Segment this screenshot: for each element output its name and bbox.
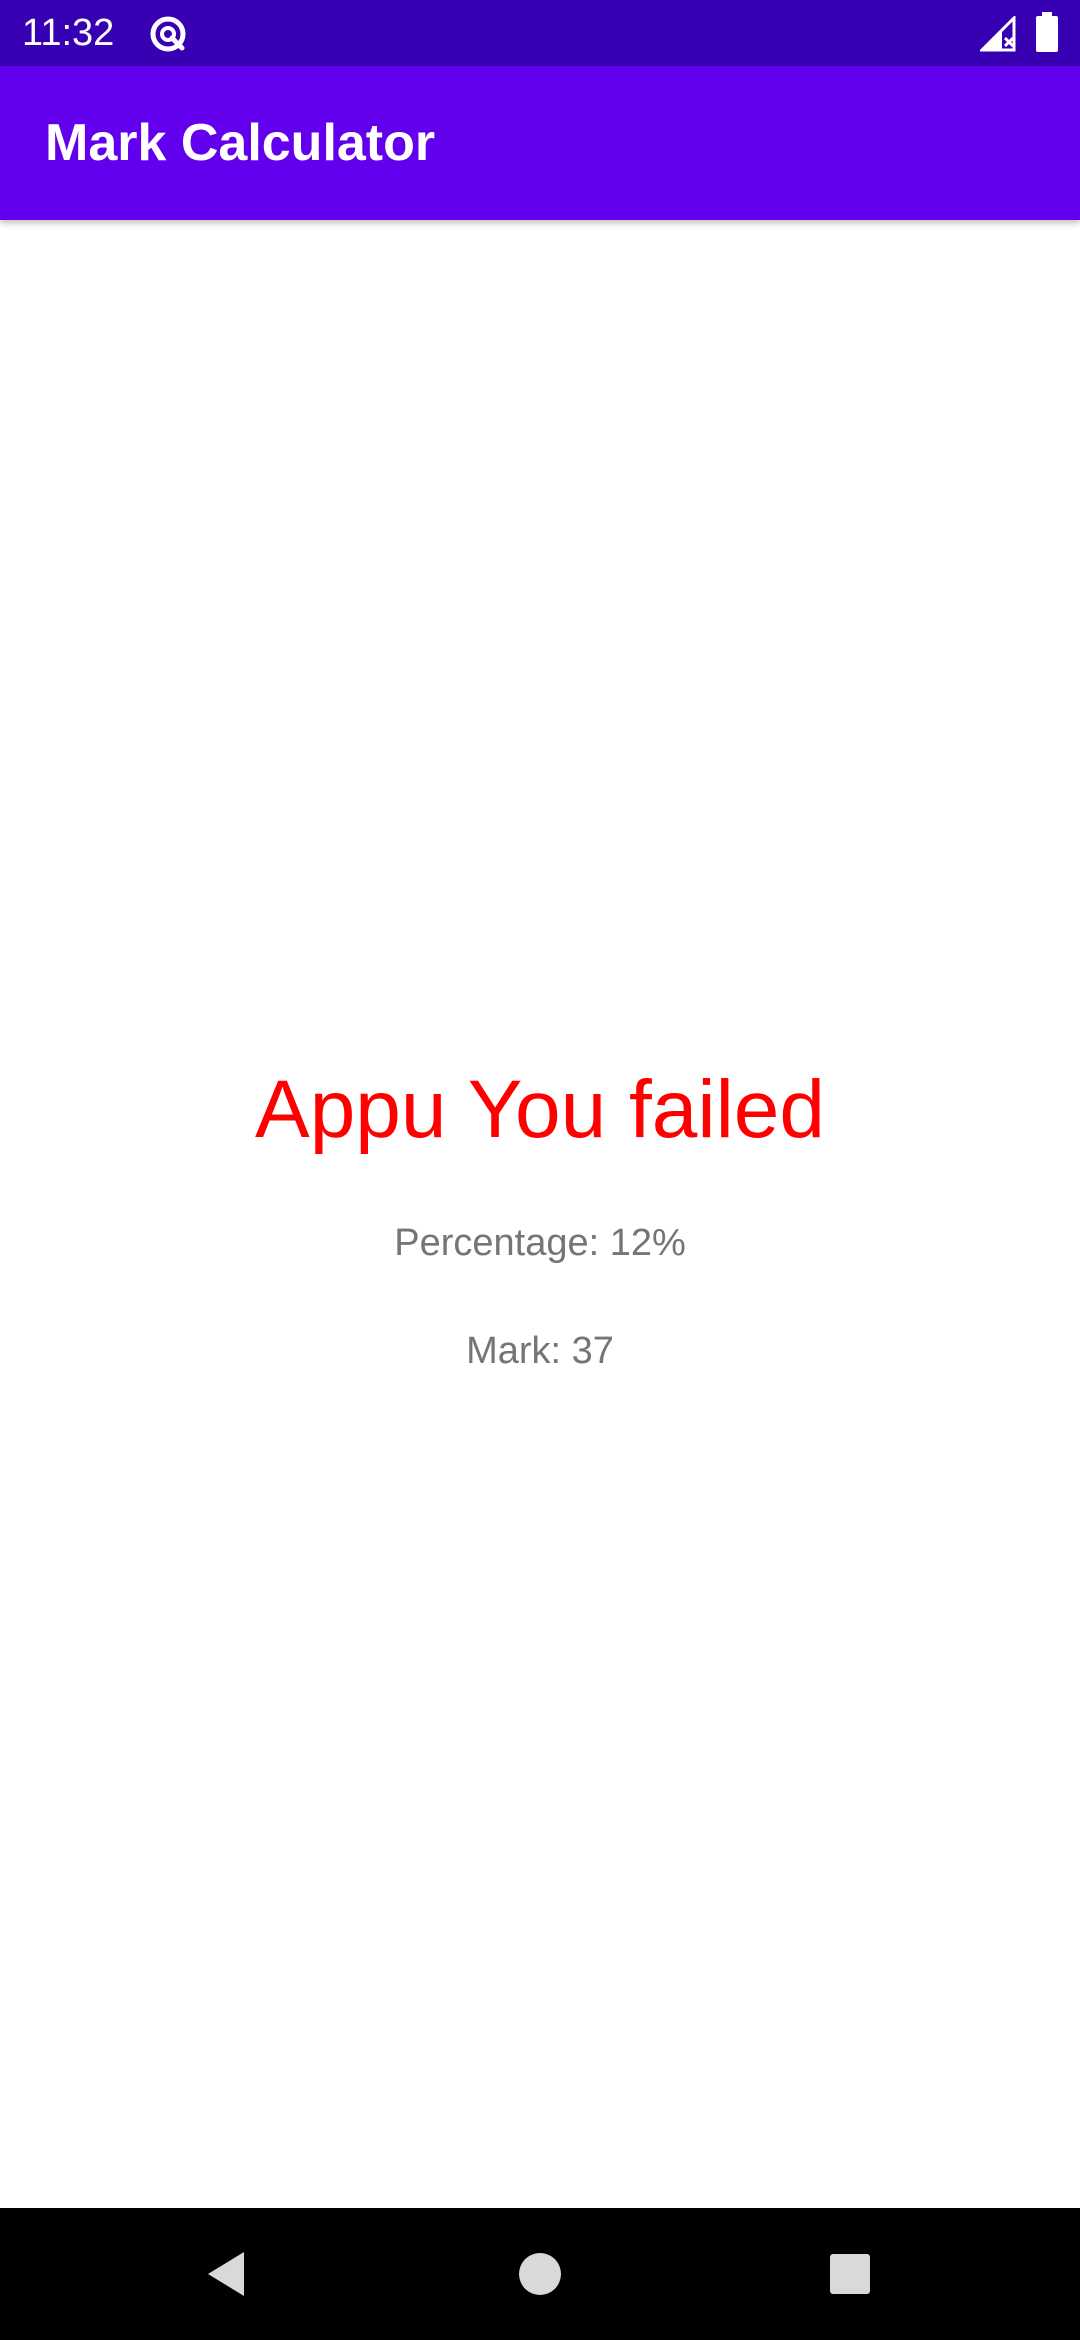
recents-icon[interactable] bbox=[820, 2244, 880, 2304]
app-notification-icon bbox=[148, 14, 188, 54]
status-time: 11:32 bbox=[22, 12, 115, 54]
app-title: Mark Calculator bbox=[45, 114, 436, 172]
result-title: Appu You failed bbox=[255, 1064, 825, 1155]
back-icon[interactable] bbox=[196, 2244, 256, 2304]
mark-text: Mark: 37 bbox=[466, 1330, 614, 1372]
status-bar: 11:32 bbox=[0, 0, 1080, 66]
home-icon[interactable] bbox=[510, 2244, 570, 2304]
screen: 11:32 Mark Calculator Appu You failed Pe… bbox=[0, 0, 1080, 2340]
battery-icon bbox=[1036, 12, 1058, 52]
percentage-text: Percentage: 12% bbox=[394, 1222, 686, 1264]
app-bar: Mark Calculator bbox=[0, 66, 1080, 220]
navigation-bar bbox=[0, 2208, 1080, 2340]
signal-icon bbox=[978, 14, 1018, 52]
